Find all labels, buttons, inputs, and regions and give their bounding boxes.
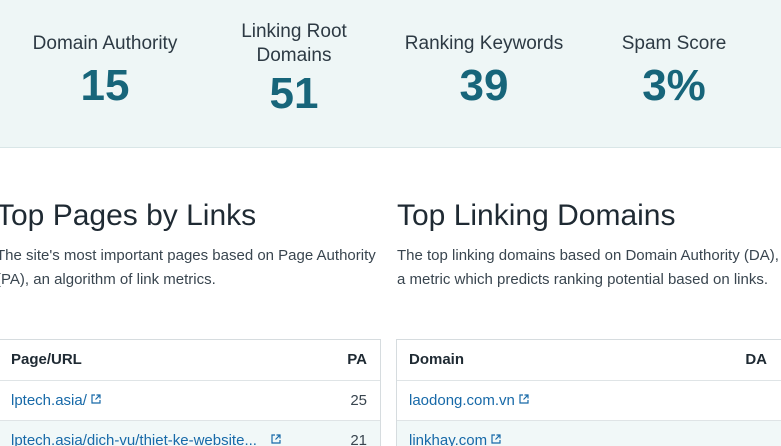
table-row: lptech.asia/ 25 (0, 381, 380, 421)
metric-value: 51 (269, 69, 319, 118)
metric-value: 39 (459, 61, 509, 110)
top-domains-description: The top linking domains based on Domain … (397, 247, 779, 288)
table-header: Page/URL PA (0, 340, 380, 381)
table-row: linkhay.com (397, 421, 781, 446)
metric-domain-authority: Domain Authority 15 (14, 0, 196, 110)
metric-linking-root-domains: Linking Root Domains 51 (212, 0, 376, 118)
metric-spam-score: Spam Score 3% (586, 0, 762, 110)
table-row: laodong.com.vn (397, 381, 781, 421)
metric-label: Domain Authority (32, 33, 178, 54)
top-pages-section: Top Pages by Links The site's most impor… (0, 198, 376, 292)
metrics-banner: Domain Authority 15 Linking Root Domains… (0, 0, 781, 148)
metric-value: 15 (80, 61, 130, 110)
top-domains-table: Domain DA laodong.com.vn linkhay.com (396, 339, 781, 446)
external-link-icon[interactable] (271, 434, 281, 444)
pa-value: 21 (350, 432, 367, 446)
domain-link[interactable]: linkhay.com (409, 432, 487, 446)
metric-label: Ranking Keywords (404, 33, 564, 54)
metric-label-line2: Domains (256, 45, 332, 66)
external-link-icon[interactable] (491, 434, 501, 444)
page-url-link[interactable]: lptech.asia/dich-vu/thiet-ke-website... (11, 432, 257, 446)
column-header-page-url[interactable]: Page/URL (11, 351, 82, 368)
top-pages-table: Page/URL PA lptech.asia/ 25 lptech.asia/… (0, 339, 381, 446)
page-url-link[interactable]: lptech.asia/ (11, 392, 87, 409)
metric-value: 3% (642, 61, 706, 110)
domain-cell: linkhay.com (409, 432, 501, 446)
metric-label-line1: Linking Root (241, 21, 347, 42)
page-url-cell: lptech.asia/ (11, 392, 101, 409)
top-pages-description: The site's most important pages based on… (0, 247, 376, 288)
metric-label: Linking Root Domains (212, 20, 376, 68)
column-header-pa[interactable]: PA (347, 351, 367, 368)
page-url-cell: lptech.asia/dich-vu/thiet-ke-website... (11, 432, 281, 446)
metric-ranking-keywords: Ranking Keywords 39 (392, 0, 576, 110)
table-header: Domain DA (397, 340, 781, 381)
domain-cell: laodong.com.vn (409, 392, 529, 409)
table-row: lptech.asia/dich-vu/thiet-ke-website... … (0, 421, 380, 446)
column-header-domain[interactable]: Domain (409, 351, 464, 368)
external-link-icon[interactable] (91, 394, 101, 404)
external-link-icon[interactable] (519, 394, 529, 404)
top-domains-section: Top Linking Domains The top linking doma… (397, 198, 781, 292)
pa-value: 25 (350, 392, 367, 409)
column-header-da[interactable]: DA (745, 351, 767, 368)
domain-link[interactable]: laodong.com.vn (409, 392, 515, 409)
top-pages-title: Top Pages by Links (0, 199, 257, 232)
top-domains-title: Top Linking Domains (397, 199, 676, 232)
metric-label: Spam Score (621, 33, 727, 54)
